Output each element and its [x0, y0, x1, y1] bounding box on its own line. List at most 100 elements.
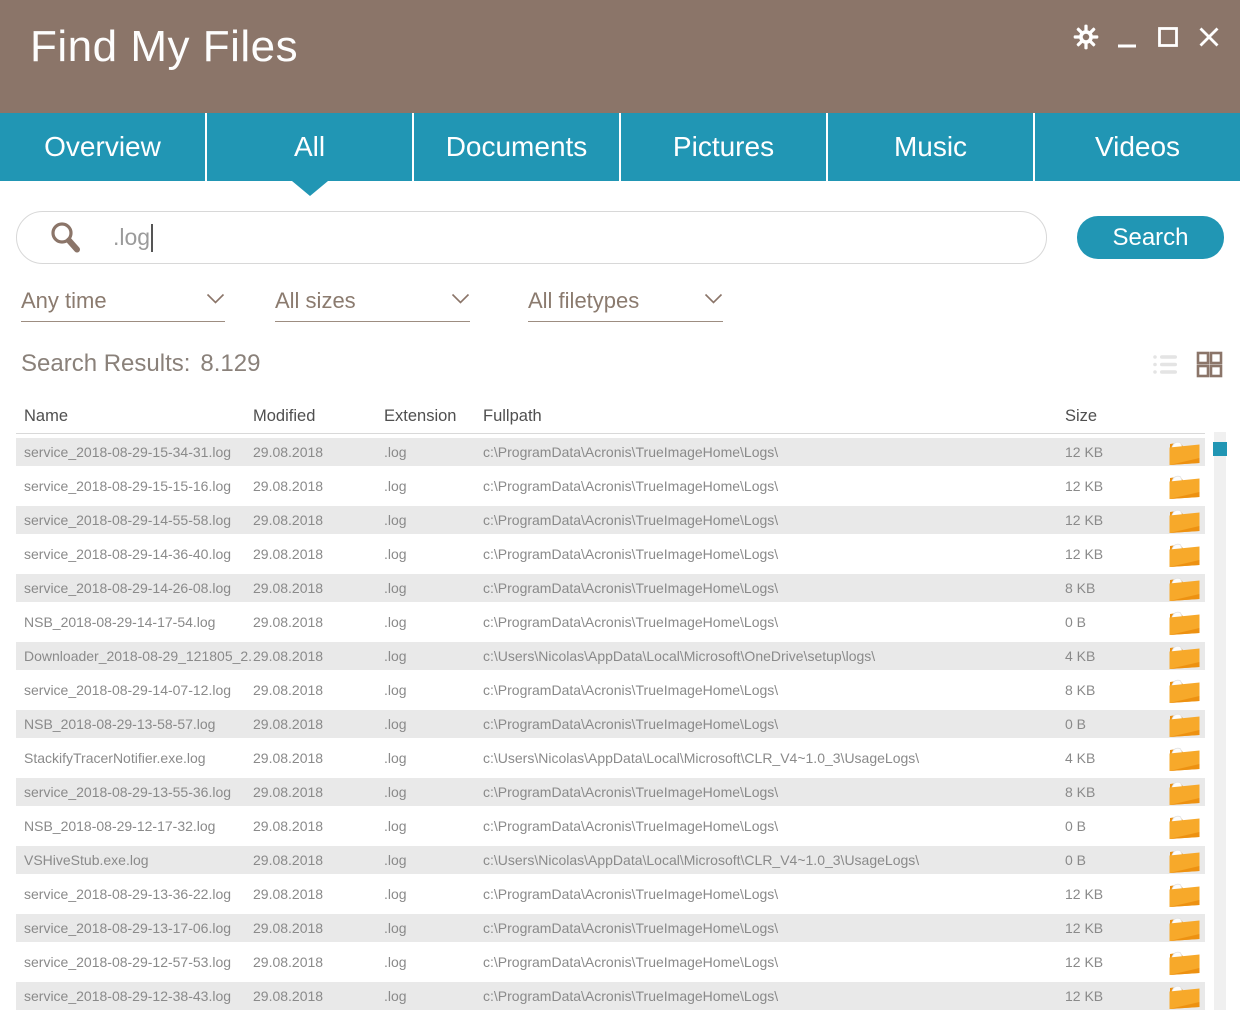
cell-size: 12 KB: [1065, 886, 1164, 902]
cell-size: 0 B: [1065, 852, 1164, 868]
folder-icon[interactable]: [1164, 881, 1205, 908]
table-row[interactable]: service_2018-08-29-13-55-36.log29.08.201…: [16, 778, 1205, 806]
cell-size: 8 KB: [1065, 580, 1164, 596]
table-row[interactable]: service_2018-08-29-13-36-22.log29.08.201…: [16, 880, 1205, 908]
folder-icon[interactable]: [1164, 949, 1205, 976]
results-row: Search Results:8.129: [0, 350, 1240, 378]
maximize-icon[interactable]: [1155, 22, 1181, 52]
cell-fullpath: c:\Users\Nicolas\AppData\Local\Microsoft…: [483, 750, 1065, 766]
folder-icon[interactable]: [1164, 541, 1205, 568]
folder-icon[interactable]: [1164, 575, 1205, 602]
folder-icon[interactable]: [1164, 779, 1205, 806]
cell-name: service_2018-08-29-13-17-06.log: [16, 920, 253, 936]
close-icon[interactable]: [1196, 22, 1222, 52]
folder-icon[interactable]: [1164, 915, 1205, 942]
search-button[interactable]: Search: [1077, 216, 1224, 259]
tab-pictures[interactable]: Pictures: [621, 113, 826, 181]
table-row[interactable]: Downloader_2018-08-29_121805_2...29.08.2…: [16, 642, 1205, 670]
column-header-extension[interactable]: Extension: [384, 407, 483, 426]
cell-modified: 29.08.2018: [253, 444, 384, 460]
column-header-size[interactable]: Size: [1065, 407, 1164, 426]
grid-view-icon[interactable]: [1196, 351, 1223, 378]
folder-icon[interactable]: [1164, 711, 1205, 738]
table-row[interactable]: service_2018-08-29-14-36-40.log29.08.201…: [16, 540, 1205, 568]
cell-extension: .log: [384, 478, 483, 494]
table-row[interactable]: StackifyTracerNotifier.exe.log29.08.2018…: [16, 744, 1205, 772]
gear-icon[interactable]: [1073, 22, 1099, 52]
cell-fullpath: c:\ProgramData\Acronis\TrueImageHome\Log…: [483, 546, 1065, 562]
cell-name: service_2018-08-29-14-55-58.log: [16, 512, 253, 528]
minimize-icon[interactable]: [1114, 22, 1140, 52]
tab-videos[interactable]: Videos: [1035, 113, 1240, 181]
list-view-icon[interactable]: [1152, 353, 1179, 376]
table-row[interactable]: NSB_2018-08-29-13-58-57.log29.08.2018.lo…: [16, 710, 1205, 738]
table-row[interactable]: NSB_2018-08-29-14-17-54.log29.08.2018.lo…: [16, 608, 1205, 636]
table-row[interactable]: VSHiveStub.exe.log29.08.2018.logc:\Users…: [16, 846, 1205, 874]
cell-extension: .log: [384, 580, 483, 596]
search-row: .log Search: [0, 211, 1240, 264]
folder-icon[interactable]: [1164, 473, 1205, 500]
tab-all[interactable]: All: [207, 113, 412, 181]
cell-size: 12 KB: [1065, 512, 1164, 528]
folder-icon[interactable]: [1164, 745, 1205, 772]
cell-size: 0 B: [1065, 614, 1164, 630]
filetype-filter[interactable]: All filetypes: [528, 288, 723, 322]
tab-label: All: [294, 131, 325, 163]
table-row[interactable]: service_2018-08-29-13-17-06.log29.08.201…: [16, 914, 1205, 942]
cell-size: 12 KB: [1065, 920, 1164, 936]
cell-fullpath: c:\ProgramData\Acronis\TrueImageHome\Log…: [483, 988, 1065, 1004]
cell-fullpath: c:\ProgramData\Acronis\TrueImageHome\Log…: [483, 818, 1065, 834]
folder-icon[interactable]: [1164, 609, 1205, 636]
time-filter[interactable]: Any time: [21, 288, 225, 322]
cell-extension: .log: [384, 716, 483, 732]
table-row[interactable]: service_2018-08-29-14-07-12.log29.08.201…: [16, 676, 1205, 704]
cell-modified: 29.08.2018: [253, 988, 384, 1004]
cell-fullpath: c:\ProgramData\Acronis\TrueImageHome\Log…: [483, 444, 1065, 460]
scrollbar-thumb[interactable]: [1213, 442, 1227, 456]
cell-modified: 29.08.2018: [253, 818, 384, 834]
folder-icon[interactable]: [1164, 983, 1205, 1010]
cell-name: service_2018-08-29-13-36-22.log: [16, 886, 253, 902]
tab-music[interactable]: Music: [828, 113, 1033, 181]
table-row[interactable]: service_2018-08-29-15-34-31.log29.08.201…: [16, 438, 1205, 466]
table-row[interactable]: service_2018-08-29-15-15-16.log29.08.201…: [16, 472, 1205, 500]
cell-name: NSB_2018-08-29-12-17-32.log: [16, 818, 253, 834]
cell-name: service_2018-08-29-14-26-08.log: [16, 580, 253, 596]
cell-modified: 29.08.2018: [253, 954, 384, 970]
cell-name: Downloader_2018-08-29_121805_2...: [16, 648, 253, 664]
folder-icon[interactable]: [1164, 507, 1205, 534]
tab-label: Music: [894, 131, 967, 163]
cell-name: service_2018-08-29-15-34-31.log: [16, 444, 253, 460]
cell-extension: .log: [384, 546, 483, 562]
cell-fullpath: c:\Users\Nicolas\AppData\Local\Microsoft…: [483, 852, 1065, 868]
window-controls: [1073, 22, 1222, 52]
cell-fullpath: c:\ProgramData\Acronis\TrueImageHome\Log…: [483, 580, 1065, 596]
size-filter[interactable]: All sizes: [275, 288, 470, 322]
dropdown-label: All filetypes: [528, 288, 639, 314]
table-row[interactable]: service_2018-08-29-12-57-53.log29.08.201…: [16, 948, 1205, 976]
table-row[interactable]: service_2018-08-29-14-26-08.log29.08.201…: [16, 574, 1205, 602]
search-input[interactable]: .log: [16, 211, 1047, 264]
cell-fullpath: c:\ProgramData\Acronis\TrueImageHome\Log…: [483, 478, 1065, 494]
folder-icon[interactable]: [1164, 439, 1205, 466]
cell-name: NSB_2018-08-29-13-58-57.log: [16, 716, 253, 732]
folder-icon[interactable]: [1164, 813, 1205, 840]
cell-fullpath: c:\ProgramData\Acronis\TrueImageHome\Log…: [483, 682, 1065, 698]
view-toggles: [1152, 351, 1223, 378]
folder-icon[interactable]: [1164, 677, 1205, 704]
tab-documents[interactable]: Documents: [414, 113, 619, 181]
folder-icon[interactable]: [1164, 643, 1205, 670]
folder-icon[interactable]: [1164, 847, 1205, 874]
cell-name: StackifyTracerNotifier.exe.log: [16, 750, 253, 766]
scrollbar-track[interactable]: [1214, 432, 1226, 1010]
column-header-modified[interactable]: Modified: [253, 407, 384, 426]
cell-fullpath: c:\ProgramData\Acronis\TrueImageHome\Log…: [483, 716, 1065, 732]
table-row[interactable]: service_2018-08-29-14-55-58.log29.08.201…: [16, 506, 1205, 534]
column-header-name[interactable]: Name: [16, 407, 253, 426]
table-row[interactable]: NSB_2018-08-29-12-17-32.log29.08.2018.lo…: [16, 812, 1205, 840]
cell-extension: .log: [384, 988, 483, 1004]
table-row[interactable]: service_2018-08-29-12-38-43.log29.08.201…: [16, 982, 1205, 1010]
column-header-fullpath[interactable]: Fullpath: [483, 407, 1065, 426]
tab-overview[interactable]: Overview: [0, 113, 205, 181]
tab-bar: Overview All DocumentsPictures Music Videos: [0, 113, 1240, 181]
